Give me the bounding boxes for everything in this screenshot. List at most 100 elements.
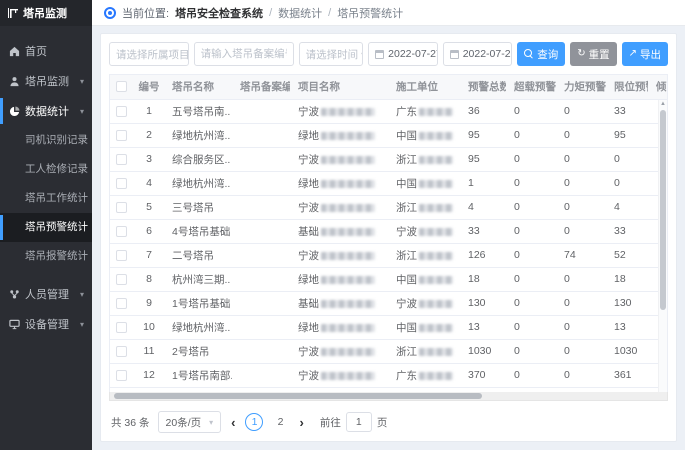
cell-id: 2	[134, 123, 164, 147]
cell-project-name: 宁波	[290, 147, 388, 171]
row-checkbox[interactable]	[116, 250, 127, 261]
project-select[interactable]: 请选择所属项目 ▾	[109, 42, 189, 66]
row-checkbox[interactable]	[116, 274, 127, 285]
sidebar-subitem-work-stats[interactable]: 塔吊工作统计	[0, 184, 92, 213]
cell-crane-name: 杭州湾三期..	[164, 267, 232, 291]
row-checkbox[interactable]	[116, 106, 127, 117]
col-record-no: 塔吊备案编号	[232, 75, 290, 99]
content-area: 请选择所属项目 ▾ 请选择时间 ▾ 2022-07-27 2022-07-	[92, 26, 685, 450]
page-size-select[interactable]: 20条/页 ▾	[158, 411, 222, 433]
reset-button[interactable]: ↻ 重置	[570, 42, 616, 66]
row-checkbox[interactable]	[116, 178, 127, 189]
project-select-placeholder: 请选择所属项目	[116, 47, 189, 62]
next-page-button[interactable]: ›	[297, 416, 305, 429]
row-checkbox[interactable]	[116, 346, 127, 357]
row-checkbox[interactable]	[116, 130, 127, 141]
cell-overload-warning: 0	[506, 243, 556, 267]
row-checkbox[interactable]	[116, 298, 127, 309]
cell-crane-name: 1号塔吊基础	[164, 291, 232, 315]
goto-unit-label: 页	[377, 415, 388, 430]
page-number-2[interactable]: 2	[271, 413, 289, 431]
cell-overload-warning: 0	[506, 123, 556, 147]
cell-limit-warning: 0	[606, 171, 648, 195]
sidebar-item-devices[interactable]: 设备管理 ▾	[0, 309, 92, 339]
sidebar-subitem-driver-records[interactable]: 司机识别记录	[0, 126, 92, 155]
vertical-scrollbar[interactable]: ▲	[658, 100, 667, 392]
time-select[interactable]: 请选择时间 ▾	[299, 42, 364, 66]
cell-record-no	[232, 123, 290, 147]
time-select-placeholder: 请选择时间	[306, 47, 359, 62]
sidebar-subitem-alarm-stats[interactable]: 塔吊报警统计	[0, 242, 92, 271]
cell-overload-warning: 0	[506, 315, 556, 339]
page-size-value: 20条/页	[166, 415, 202, 430]
scroll-up-arrow-icon[interactable]: ▲	[659, 100, 667, 108]
cell-crane-name: 4号塔吊基础	[164, 219, 232, 243]
cell-limit-warning: 18	[606, 267, 648, 291]
select-all-checkbox[interactable]	[116, 81, 127, 92]
cell-project-name: 宁波	[290, 363, 388, 387]
breadcrumb-level2[interactable]: 塔吊预警统计	[337, 5, 403, 21]
start-date-picker[interactable]: 2022-07-27	[368, 42, 438, 66]
breadcrumb-bar: 当前位置: 塔吊安全检查系统 / 数据统计 / 塔吊预警统计	[92, 0, 685, 26]
cell-warning-total: 95	[460, 147, 506, 171]
prev-page-button[interactable]: ‹	[229, 416, 237, 429]
cell-construction-unit: 中国	[388, 171, 460, 195]
cell-overload-warning: 0	[506, 195, 556, 219]
export-button[interactable]: ↗ 导出	[622, 42, 668, 66]
table-row: 11 2号塔吊 宁波 浙江 1030 0 0 1030	[110, 339, 668, 363]
cell-id: 3	[134, 147, 164, 171]
record-no-input[interactable]	[194, 42, 294, 66]
cell-record-no	[232, 99, 290, 123]
cell-construction-unit: 浙江	[388, 339, 460, 363]
cell-record-no	[232, 339, 290, 363]
caret-down-icon: ▾	[80, 320, 84, 329]
page-number-1[interactable]: 1	[245, 413, 263, 431]
breadcrumb-separator: /	[328, 7, 331, 19]
cell-crane-name: 三号塔吊	[164, 195, 232, 219]
table-row: 5 三号塔吊 宁波 浙江 4 0 0 4	[110, 195, 668, 219]
vertical-scrollbar-thumb[interactable]	[660, 110, 666, 310]
row-checkbox[interactable]	[116, 202, 127, 213]
search-button[interactable]: 查询	[517, 42, 565, 66]
app-logo: 塔吊监测	[0, 0, 92, 26]
sidebar-item-personnel[interactable]: 人员管理 ▾	[0, 279, 92, 309]
horizontal-scrollbar-thumb[interactable]	[114, 393, 482, 399]
cell-construction-unit: 中国	[388, 123, 460, 147]
cell-record-no	[232, 363, 290, 387]
sidebar-item-crane-monitor[interactable]: 塔吊监测 ▾	[0, 66, 92, 96]
search-icon	[524, 49, 534, 59]
col-warning-total: 预警总数	[460, 75, 506, 99]
row-checkbox[interactable]	[116, 322, 127, 333]
row-checkbox[interactable]	[116, 154, 127, 165]
cell-warning-total: 36	[460, 99, 506, 123]
cell-construction-unit: 中国	[388, 315, 460, 339]
cell-construction-unit: 广东	[388, 99, 460, 123]
cell-moment-warning: 0	[556, 99, 606, 123]
cell-moment-warning: 0	[556, 339, 606, 363]
goto-page-input[interactable]	[346, 412, 372, 432]
table-row: 12 1号塔吊南部.. 宁波 广东 370 0 0 361	[110, 363, 668, 387]
sidebar-nav: 首页 塔吊监测 ▾ 数据统计 ▾ 司机识别记录 工人检修记录 塔吊工作统计 塔吊…	[0, 26, 92, 339]
cell-overload-warning: 0	[506, 219, 556, 243]
cell-limit-warning: 0	[606, 147, 648, 171]
breadcrumb-label: 当前位置:	[122, 5, 169, 21]
breadcrumb-root[interactable]: 塔吊安全检查系统	[175, 5, 263, 21]
sidebar-subitem-worker-records[interactable]: 工人检修记录	[0, 155, 92, 184]
sidebar-item-label: 设备管理	[25, 316, 69, 332]
sidebar-subitem-warning-stats[interactable]: 塔吊预警统计	[0, 213, 92, 242]
breadcrumb-level1[interactable]: 数据统计	[278, 5, 322, 21]
cell-limit-warning: 95	[606, 123, 648, 147]
cell-overload-warning: 0	[506, 339, 556, 363]
sidebar-item-data-stats[interactable]: 数据统计 ▾	[0, 96, 92, 126]
table-row: 8 杭州湾三期.. 绿地 中国 18 0 0 18	[110, 267, 668, 291]
table-row: 1 五号塔吊南.. 宁波 广东 36 0 0 33	[110, 99, 668, 123]
row-checkbox[interactable]	[116, 370, 127, 381]
cell-limit-warning: 361	[606, 363, 648, 387]
cell-id: 8	[134, 267, 164, 291]
sidebar-item-home[interactable]: 首页	[0, 36, 92, 66]
row-checkbox[interactable]	[116, 226, 127, 237]
horizontal-scrollbar[interactable]	[109, 392, 668, 401]
app-title: 塔吊监测	[23, 5, 67, 21]
cell-crane-name: 绿地杭州湾..	[164, 171, 232, 195]
end-date-picker[interactable]: 2022-07-27	[443, 42, 513, 66]
